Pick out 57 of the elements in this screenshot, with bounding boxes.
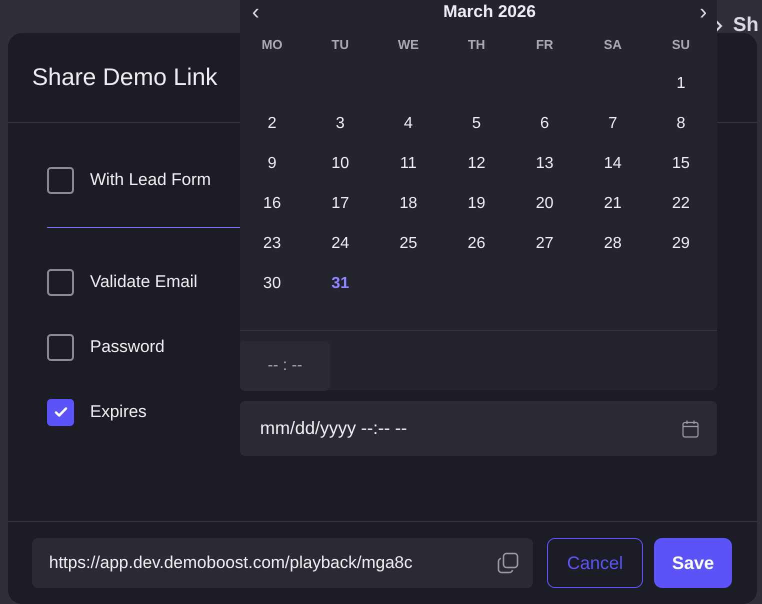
copy-icon[interactable] bbox=[497, 552, 519, 574]
calendar-day[interactable]: 17 bbox=[331, 195, 350, 213]
save-button[interactable]: Save bbox=[654, 538, 732, 588]
weekday-label: FR bbox=[536, 36, 554, 52]
option-label: Expires bbox=[90, 402, 147, 422]
weekday-label: WE bbox=[398, 36, 419, 52]
weekday-label: TH bbox=[468, 36, 486, 52]
calendar-day[interactable]: 15 bbox=[672, 155, 690, 173]
calendar-day[interactable]: 2 bbox=[268, 115, 277, 133]
date-time-field[interactable]: mm/dd/yyyy --:-- -- bbox=[240, 401, 717, 456]
option-label: With Lead Form bbox=[90, 170, 211, 190]
calendar-day[interactable]: 21 bbox=[604, 195, 622, 213]
calendar-day[interactable]: 29 bbox=[672, 235, 690, 253]
calendar-day[interactable]: 10 bbox=[331, 155, 350, 173]
weekday-label: TU bbox=[332, 36, 349, 52]
option-label: Validate Email bbox=[90, 272, 198, 292]
calendar-day[interactable]: 28 bbox=[604, 235, 622, 253]
previous-month-button[interactable]: ‹ bbox=[248, 1, 264, 23]
calendar-day[interactable]: 4 bbox=[404, 115, 413, 133]
calendar-day[interactable]: 6 bbox=[540, 115, 550, 133]
link-field[interactable]: https://app.dev.demoboost.com/playback/mga8c bbox=[32, 538, 533, 588]
next-month-button[interactable]: › bbox=[696, 1, 711, 23]
calendar-day[interactable]: 12 bbox=[468, 155, 486, 173]
dialog-title: Share Demo Link bbox=[32, 64, 218, 92]
calendar-day[interactable]: 20 bbox=[536, 195, 554, 213]
calendar-day[interactable]: 7 bbox=[608, 115, 618, 133]
checkbox[interactable] bbox=[47, 268, 74, 296]
checkbox[interactable] bbox=[47, 166, 74, 194]
calendar-day[interactable]: 3 bbox=[336, 115, 345, 133]
calendar-day[interactable]: 24 bbox=[331, 235, 350, 253]
calendar-day[interactable]: 30 bbox=[263, 275, 281, 293]
calendar-day[interactable]: 13 bbox=[536, 155, 554, 173]
calendar-day[interactable]: 25 bbox=[399, 235, 418, 253]
calendar-day[interactable]: 27 bbox=[536, 235, 554, 253]
calendar-day[interactable]: 8 bbox=[676, 115, 686, 133]
option-label: Password bbox=[90, 337, 165, 357]
checkbox[interactable] bbox=[47, 398, 74, 426]
calendar-day[interactable]: 22 bbox=[672, 195, 690, 213]
checkbox[interactable] bbox=[47, 334, 74, 360]
month-title: March 2026 bbox=[443, 2, 536, 22]
calendar-day[interactable]: 11 bbox=[400, 155, 417, 173]
calendar-day[interactable]: 23 bbox=[263, 235, 281, 253]
calendar-day[interactable]: 9 bbox=[268, 155, 277, 173]
breadcrumb-text: Sh bbox=[733, 14, 759, 37]
weekday-label: SU bbox=[672, 36, 690, 52]
calendar-day[interactable]: 26 bbox=[468, 235, 486, 253]
calendar-day[interactable]: 5 bbox=[472, 115, 481, 133]
weekday-label: SA bbox=[604, 36, 622, 52]
calendar-day[interactable]: 16 bbox=[263, 195, 281, 213]
calendar-day[interactable]: 19 bbox=[468, 195, 486, 213]
weekday-label: MO bbox=[262, 36, 283, 52]
calendar-day[interactable]: 18 bbox=[399, 195, 418, 213]
calendar-day[interactable]: 31 bbox=[331, 275, 350, 293]
calendar-icon[interactable] bbox=[682, 420, 699, 438]
time-field[interactable]: -- : -- bbox=[240, 341, 330, 391]
calendar-day[interactable]: 14 bbox=[604, 155, 622, 173]
calendar-day[interactable]: 1 bbox=[676, 75, 686, 93]
